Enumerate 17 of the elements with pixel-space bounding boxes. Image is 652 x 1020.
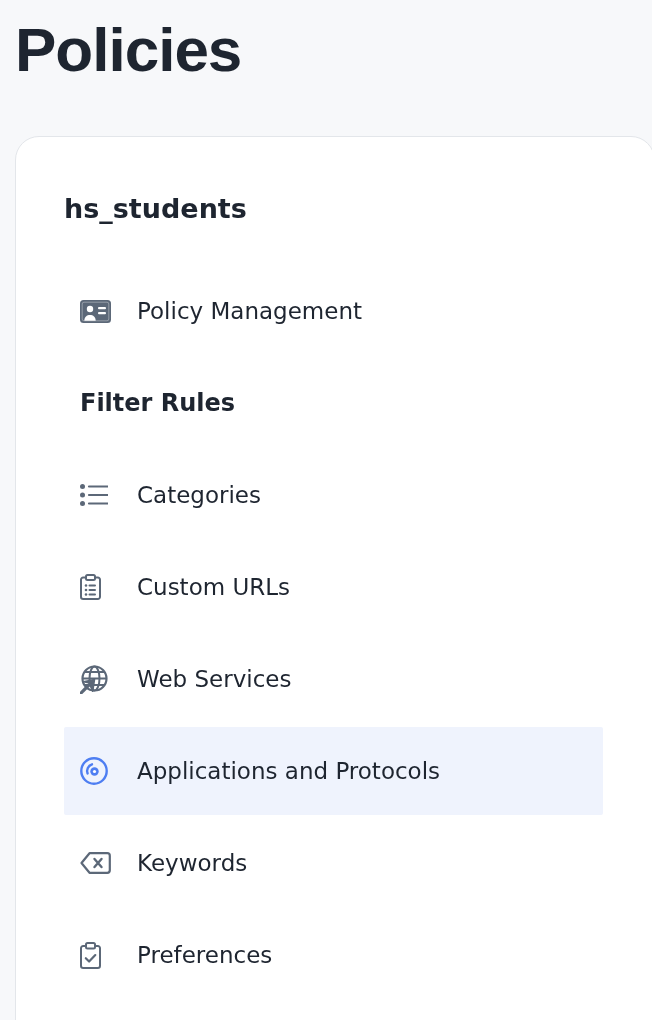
clipboard-check-icon: [80, 941, 101, 969]
nav-item[interactable]: Web Services: [64, 635, 603, 723]
clipboard-icon: [80, 574, 101, 600]
id-card-icon: [80, 299, 111, 323]
globe-icon: [80, 664, 108, 694]
nav-item[interactable]: Categories: [64, 451, 603, 539]
nav-item[interactable]: Keywords: [64, 819, 603, 907]
target-icon: [80, 757, 108, 785]
backspace-icon: [80, 852, 111, 874]
nav-item[interactable]: Custom URLs: [64, 543, 603, 631]
nav-item[interactable]: Policy Management: [64, 267, 603, 355]
list-icon: [80, 484, 108, 506]
nav-item[interactable]: Applications and Protocols: [64, 727, 603, 815]
section-heading: Filter Rules: [80, 389, 236, 417]
nav-item[interactable]: Preferences: [64, 911, 603, 999]
policy-name: hs_students: [64, 192, 247, 226]
page-title: Policies: [15, 14, 242, 86]
